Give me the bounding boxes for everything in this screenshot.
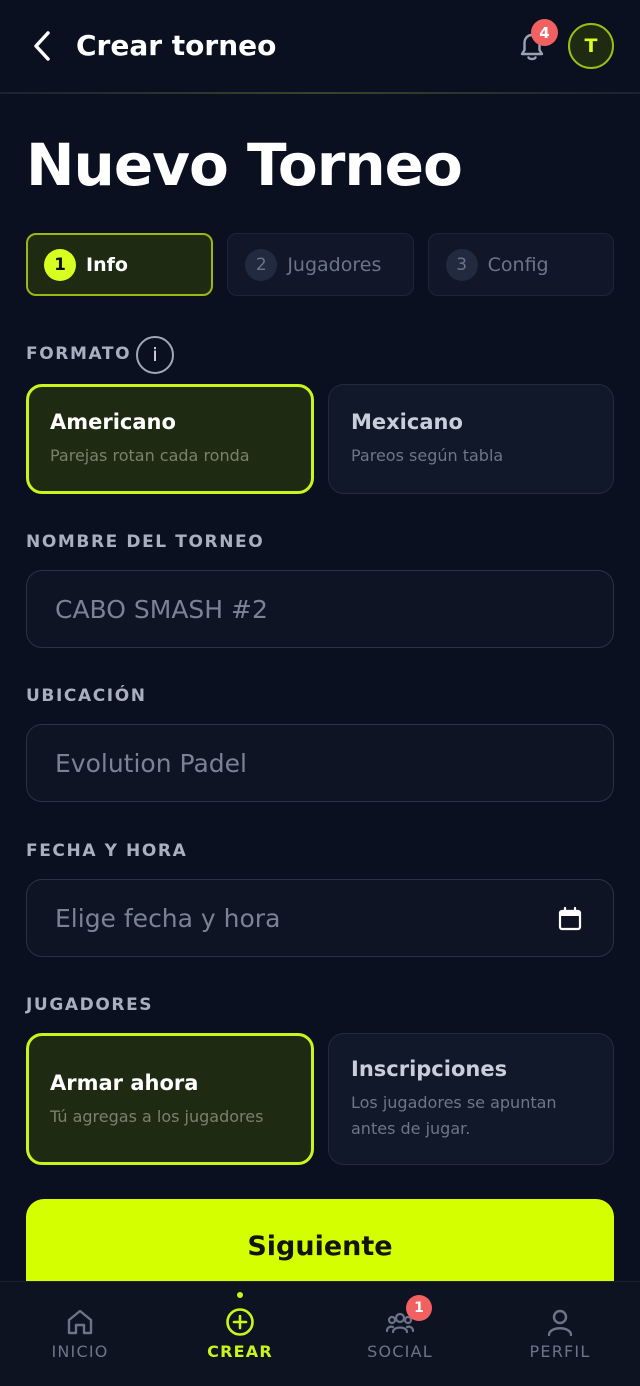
- nav-label: CREAR: [207, 1342, 273, 1361]
- tournament-name-value: CABO SMASH #2: [55, 594, 268, 624]
- formato-label: FORMATO: [26, 344, 132, 364]
- players-option-inscripciones[interactable]: Inscripciones Los jugadores se apuntan a…: [328, 1033, 614, 1165]
- step-jugadores[interactable]: 2 Jugadores: [227, 233, 414, 296]
- tournament-name-label: NOMBRE DEL TORNEO: [26, 532, 265, 552]
- create-tournament-screen: Crear torneo 4 T Nuevo Torneo 1 Info 2 J…: [0, 0, 640, 1386]
- option-subtitle: Parejas rotan cada ronda: [50, 446, 250, 465]
- format-option-americano[interactable]: Americano Parejas rotan cada ronda: [26, 384, 314, 494]
- datetime-placeholder: Elige fecha y hora: [55, 903, 281, 933]
- option-subtitle: Los jugadores se apuntan antes de jugar.: [351, 1093, 557, 1138]
- header-divider: [0, 92, 640, 94]
- option-title: Armar ahora: [50, 1071, 199, 1095]
- players-option-armar-ahora[interactable]: Armar ahora Tú agregas a los jugadores: [26, 1033, 314, 1165]
- top-bar: Crear torneo 4 T: [0, 0, 640, 94]
- step-label: Config: [487, 253, 549, 276]
- nav-item-perfil[interactable]: PERFIL: [480, 1282, 640, 1386]
- players-options: Armar ahora Tú agregas a los jugadores I…: [26, 1033, 614, 1165]
- nav-label: INICIO: [51, 1342, 109, 1361]
- location-input[interactable]: Evolution Padel: [26, 724, 614, 802]
- info-icon[interactable]: i: [136, 336, 174, 374]
- nav-label: PERFIL: [529, 1342, 591, 1361]
- active-indicator-dot: [237, 1292, 243, 1298]
- formato-options: Americano Parejas rotan cada ronda Mexic…: [26, 384, 614, 494]
- players-label: JUGADORES: [26, 995, 154, 1015]
- nav-item-inicio[interactable]: INICIO: [0, 1282, 160, 1386]
- tournament-name-input[interactable]: CABO SMASH #2: [26, 570, 614, 648]
- step-number: 1: [44, 248, 76, 281]
- social-badge: 1: [406, 1295, 432, 1321]
- notification-count-badge: 4: [531, 19, 558, 46]
- step-label: Jugadores: [287, 253, 382, 276]
- avatar[interactable]: T: [568, 23, 614, 69]
- plus-circle-icon: [226, 1308, 254, 1336]
- home-icon: [67, 1309, 93, 1335]
- nav-item-social[interactable]: 1 SOCIAL: [320, 1282, 480, 1386]
- user-icon: [547, 1309, 573, 1337]
- option-title: Mexicano: [351, 410, 463, 434]
- option-title: Inscripciones: [351, 1057, 508, 1081]
- step-info[interactable]: 1 Info: [26, 233, 214, 296]
- nav-label: SOCIAL: [367, 1342, 433, 1361]
- location-label: UBICACIÓN: [26, 686, 147, 706]
- format-option-mexicano[interactable]: Mexicano Pareos según tabla: [328, 384, 614, 494]
- page-title: Nuevo Torneo: [26, 131, 463, 199]
- option-subtitle: Pareos según tabla: [351, 446, 504, 465]
- header-title: Crear torneo: [76, 29, 277, 62]
- datetime-label: FECHA Y HORA: [26, 841, 188, 861]
- stepper: 1 Info 2 Jugadores 3 Config: [26, 233, 614, 296]
- option-subtitle: Tú agregas a los jugadores: [50, 1107, 264, 1126]
- nav-item-crear[interactable]: CREAR: [160, 1282, 320, 1386]
- option-title: Americano: [50, 410, 176, 434]
- back-button[interactable]: [24, 26, 60, 66]
- step-number: 2: [245, 248, 278, 281]
- step-label: Info: [86, 253, 128, 276]
- chevron-left-icon: [34, 31, 50, 61]
- calendar-icon[interactable]: [557, 906, 583, 932]
- step-config[interactable]: 3 Config: [427, 233, 614, 296]
- step-number: 3: [445, 248, 478, 281]
- bottom-nav: INICIO CREAR 1 SOCIAL PERFIL: [0, 1281, 640, 1386]
- location-value: Evolution Padel: [55, 748, 247, 778]
- datetime-input[interactable]: Elige fecha y hora: [26, 879, 614, 957]
